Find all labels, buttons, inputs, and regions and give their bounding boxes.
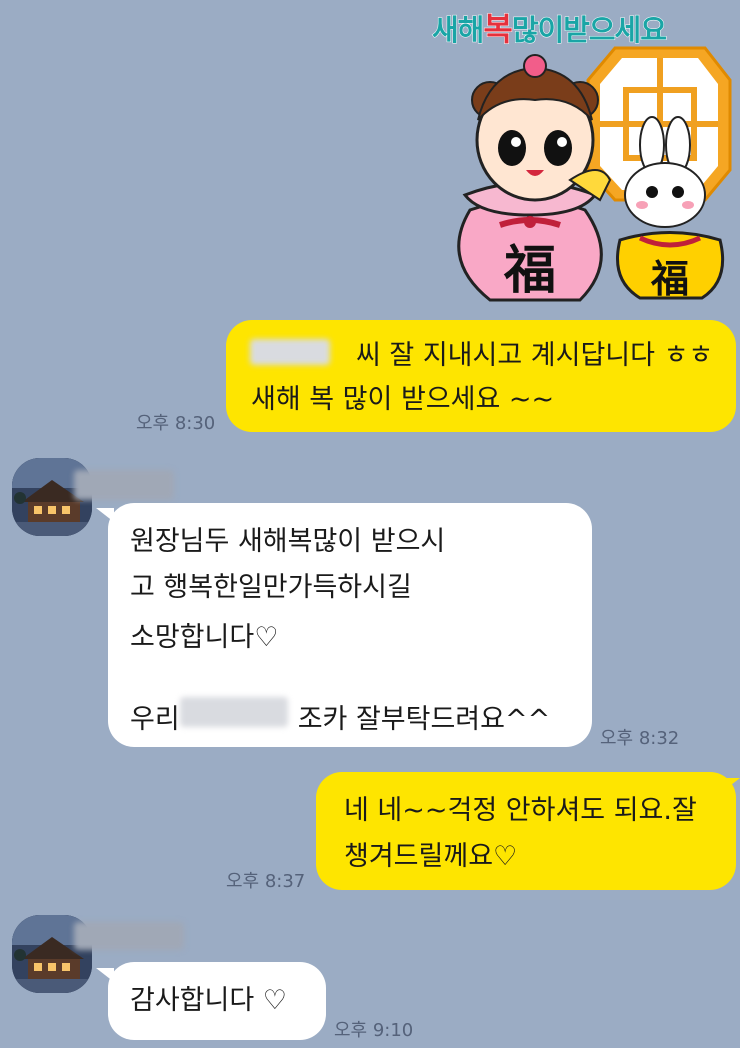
redacted-sender-name [74, 470, 174, 500]
redacted-name [180, 697, 288, 727]
fortune-glyph-large: 福 [503, 240, 556, 301]
message-line: 새해 복 많이 받으세요 ~~ [251, 384, 555, 415]
redacted-sender-name [74, 922, 184, 950]
message-time: 오후 8:32 [600, 728, 680, 749]
yellow-lucky-bag-icon: 福 [616, 231, 725, 301]
message-line: 고 행복한일만가득하시길 [130, 572, 412, 603]
message-time: 오후 8:30 [136, 413, 216, 434]
redacted-name [250, 339, 330, 365]
message-line: 네 네~~걱정 안하셔도 되요.잘 [344, 795, 697, 826]
message-fragment: 조카 잘부탁드려요^^ [297, 704, 551, 735]
new-year-sticker[interactable]: 福 福 [430, 0, 740, 310]
my-message-bubble[interactable]: 네 네~~걱정 안하셔도 되요.잘 챙겨드릴께요♡ [316, 772, 736, 890]
my-message-bubble[interactable]: 씨 잘 지내시고 계시답니다 ㅎㅎ 새해 복 많이 받으세요 ~~ [226, 320, 736, 432]
message-line: 소망합니다♡ [130, 622, 279, 653]
other-message-bubble[interactable]: 감사합니다 ♡ [108, 962, 326, 1040]
message-line: 챙겨드릴께요♡ [344, 841, 518, 872]
fortune-glyph-small: 福 [650, 256, 689, 301]
message-line [130, 665, 572, 697]
message-time: 오후 9:10 [334, 1020, 414, 1041]
message-time: 오후 8:37 [226, 871, 306, 892]
message-line: 원장님두 새해복많이 받으시 [130, 526, 446, 557]
message-line: 감사합니다 ♡ [130, 985, 287, 1016]
message-fragment: 우리 [130, 704, 180, 735]
